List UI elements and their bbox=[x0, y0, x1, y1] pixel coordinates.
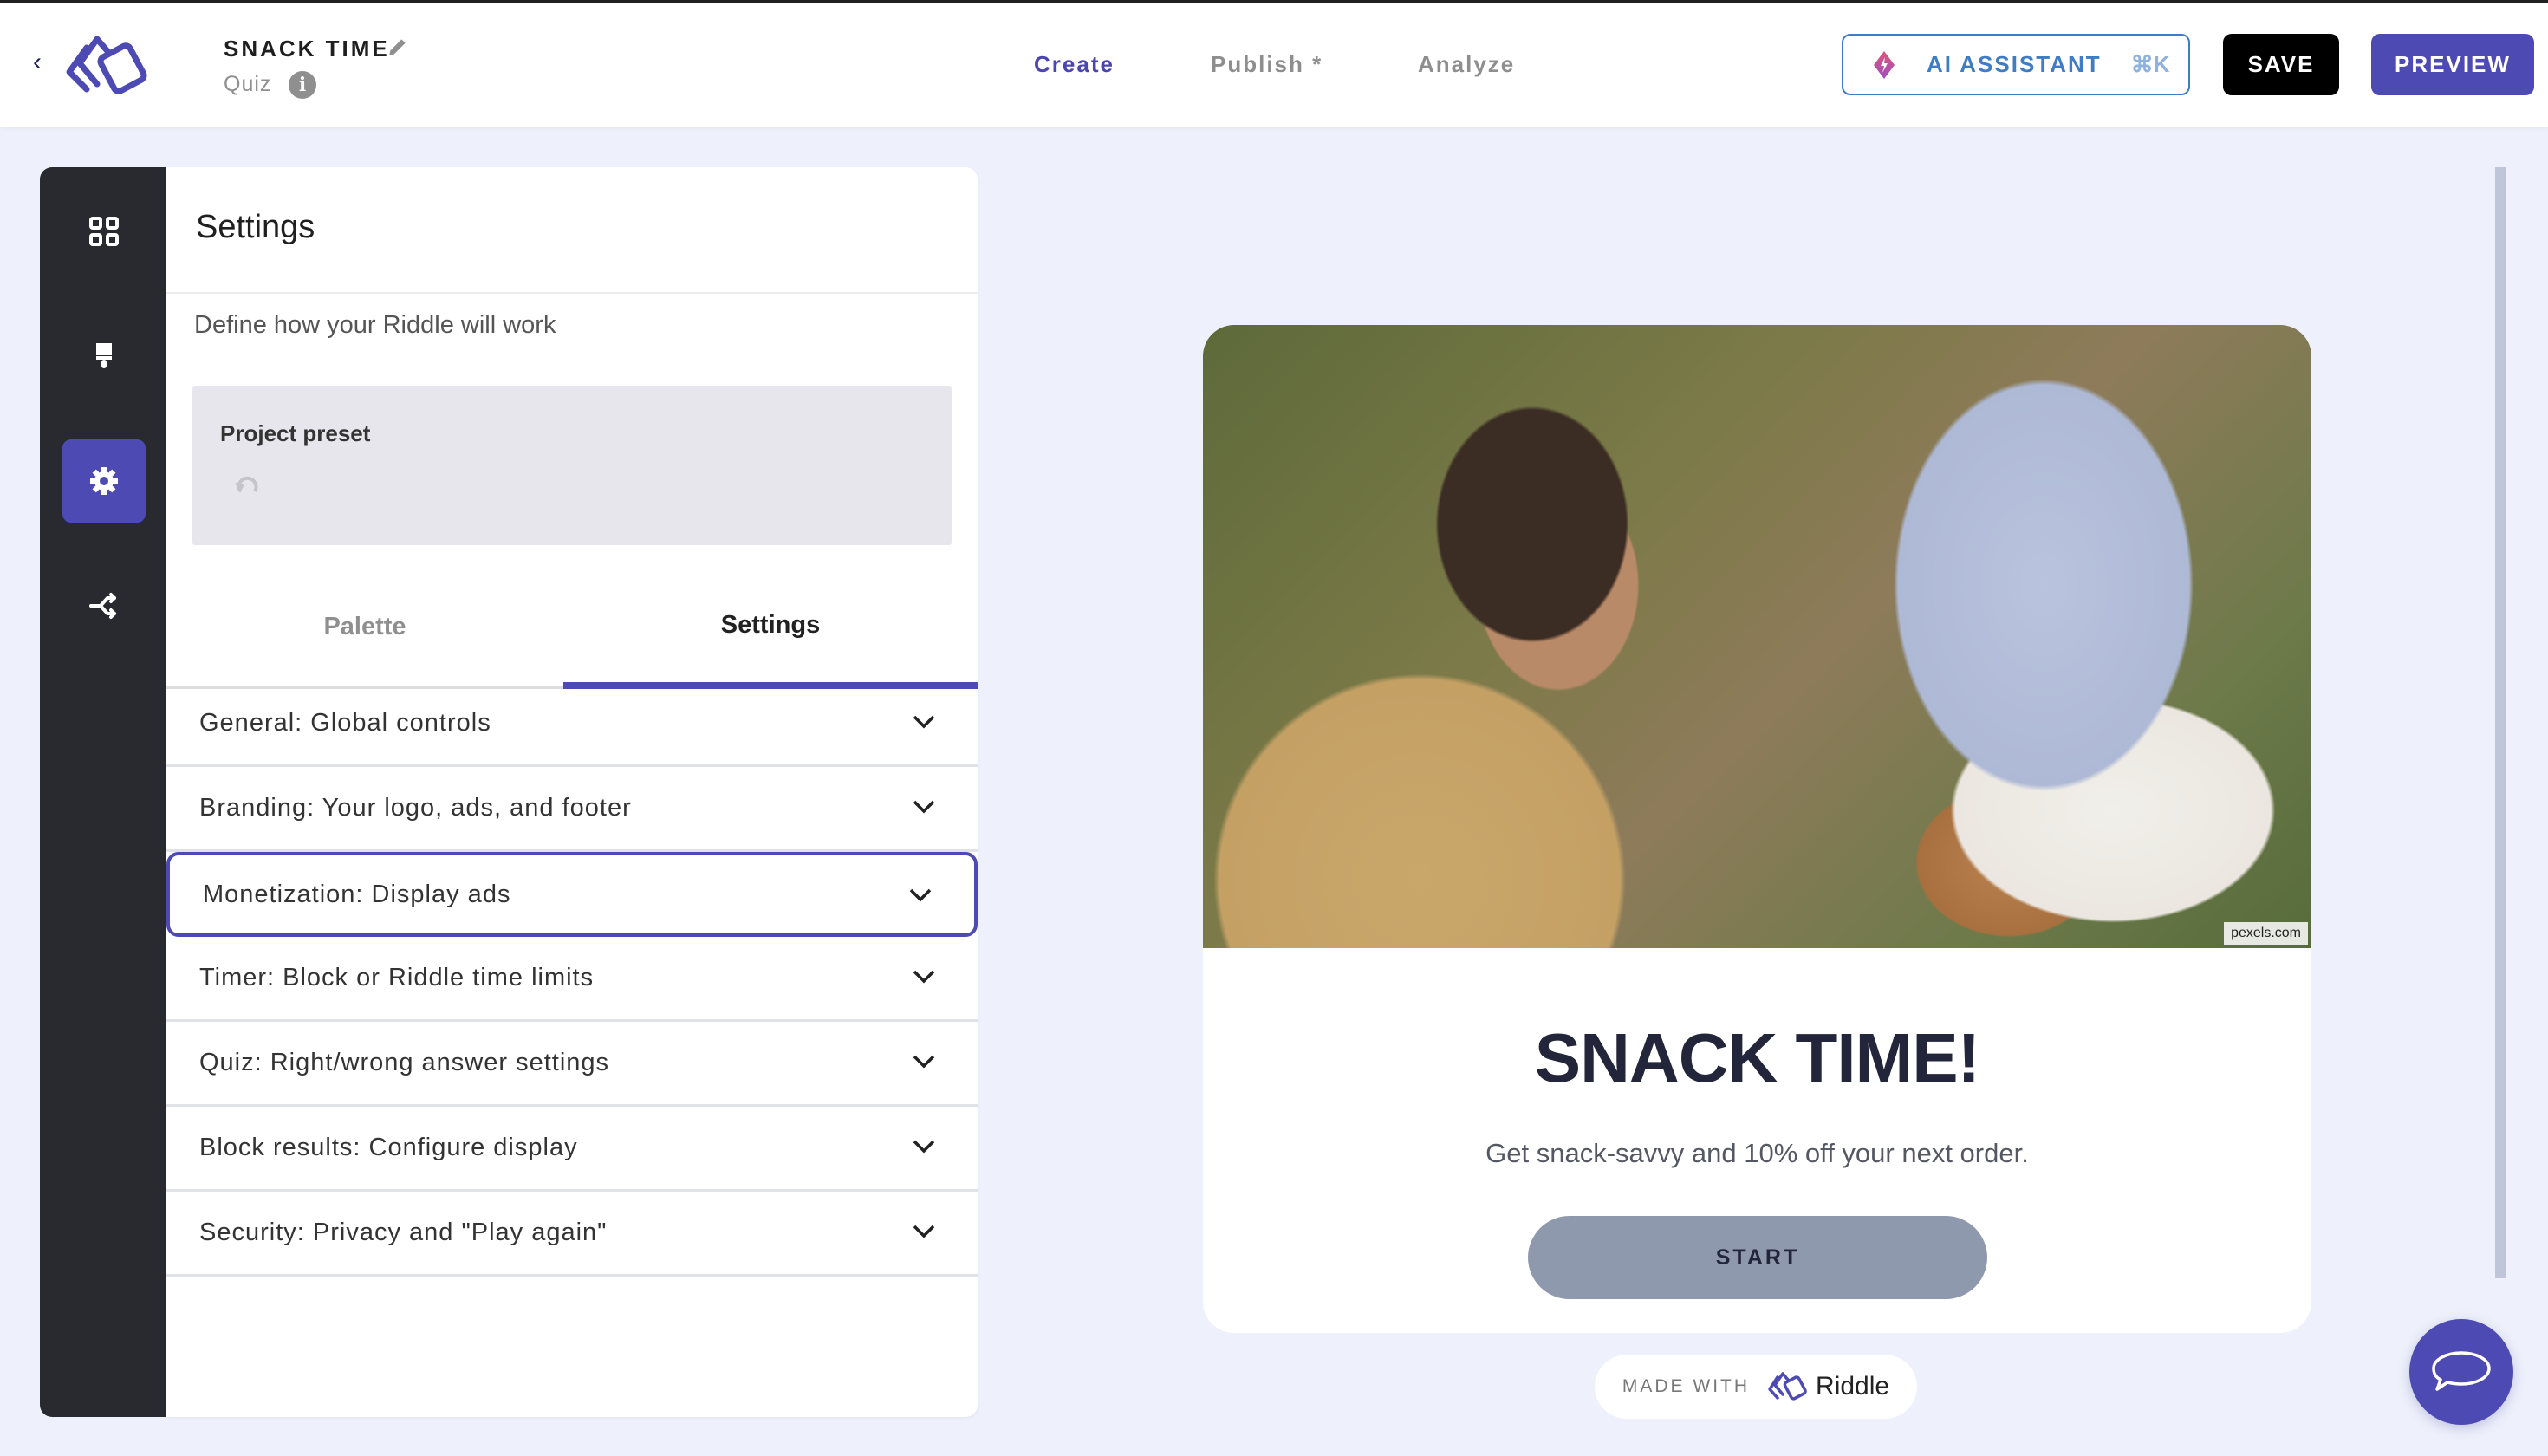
sidebar-item-design[interactable] bbox=[62, 315, 146, 398]
back-chevron-icon[interactable]: ‹ bbox=[33, 48, 42, 77]
panel-description: Define how your Riddle will work bbox=[194, 311, 556, 339]
sidebar-item-logic[interactable] bbox=[62, 564, 146, 647]
panel-tabs: Palette Settings bbox=[166, 568, 978, 692]
project-preset-label: Project preset bbox=[220, 420, 371, 446]
preview-card: pexels.com SNACK TIME! Get snack-savvy a… bbox=[1203, 325, 2311, 1333]
riddle-type: Quiz bbox=[224, 72, 272, 96]
riddle-logo-icon[interactable] bbox=[61, 29, 156, 100]
chevron-down-icon bbox=[913, 1140, 935, 1154]
accordion-security[interactable]: Security: Privacy and "Play again" bbox=[166, 1192, 978, 1277]
project-preset-box: Project preset bbox=[192, 386, 952, 545]
info-icon[interactable]: i bbox=[289, 71, 316, 99]
preview-subtitle: Get snack-savvy and 10% off your next or… bbox=[1485, 1138, 2029, 1168]
chevron-down-icon bbox=[913, 1055, 935, 1069]
tab-settings[interactable]: Settings bbox=[563, 568, 978, 689]
start-button[interactable]: START bbox=[1528, 1216, 1987, 1299]
chevron-down-icon bbox=[909, 888, 932, 902]
editor-sidebar bbox=[40, 167, 166, 1417]
grid-icon bbox=[89, 217, 119, 246]
chevron-down-icon bbox=[913, 970, 935, 984]
accordion-label: Timer: Block or Riddle time limits bbox=[199, 964, 595, 991]
made-with-riddle-badge[interactable]: MADE WITH Riddle bbox=[1595, 1355, 1917, 1419]
accordion-branding[interactable]: Branding: Your logo, ads, and footer bbox=[166, 767, 978, 852]
accordion-label: General: Global controls bbox=[199, 709, 491, 737]
panel-title: Settings bbox=[196, 209, 315, 245]
tab-palette[interactable]: Palette bbox=[166, 568, 563, 689]
chevron-down-icon bbox=[913, 715, 935, 729]
ai-assistant-shortcut: ⌘K bbox=[2130, 51, 2170, 77]
preview-scrollbar[interactable] bbox=[2495, 167, 2506, 1278]
settings-accordion-list: General: Global controls Branding: Your … bbox=[166, 682, 978, 1277]
nav-create[interactable]: Create bbox=[1034, 51, 1115, 78]
top-header: ‹ SNACK TIME Quiz i Create Publish * Ana… bbox=[0, 3, 2548, 127]
preview-title: SNACK TIME! bbox=[1534, 1019, 1980, 1096]
ai-assistant-button[interactable]: AI ASSISTANT ⌘K bbox=[1842, 34, 2190, 95]
ai-assistant-label: AI ASSISTANT bbox=[1927, 51, 2102, 77]
accordion-quiz[interactable]: Quiz: Right/wrong answer settings bbox=[166, 1022, 978, 1107]
riddle-logo-icon bbox=[1768, 1372, 1807, 1401]
accordion-label: Block results: Configure display bbox=[199, 1134, 578, 1161]
accordion-label: Monetization: Display ads bbox=[203, 880, 511, 908]
gear-icon bbox=[90, 467, 118, 495]
accordion-monetization[interactable]: Monetization: Display ads bbox=[166, 852, 978, 937]
made-with-label: MADE WITH bbox=[1622, 1376, 1751, 1396]
nav-publish[interactable]: Publish * bbox=[1211, 51, 1323, 78]
ai-sparkle-icon bbox=[1874, 50, 1895, 79]
chevron-down-icon bbox=[913, 1225, 935, 1238]
preview-button[interactable]: PREVIEW bbox=[2371, 34, 2534, 95]
accordion-block-results[interactable]: Block results: Configure display bbox=[166, 1107, 978, 1192]
accordion-timer[interactable]: Timer: Block or Riddle time limits bbox=[166, 937, 978, 1022]
chat-button[interactable] bbox=[2409, 1319, 2513, 1425]
save-button[interactable]: SAVE bbox=[2223, 34, 2339, 95]
divider bbox=[166, 292, 978, 294]
cover-photo: pexels.com bbox=[1203, 325, 2311, 948]
riddle-title: SNACK TIME bbox=[224, 36, 390, 62]
pencil-icon[interactable] bbox=[387, 36, 409, 58]
share-branch-icon bbox=[89, 593, 116, 619]
accordion-general[interactable]: General: Global controls bbox=[166, 682, 978, 767]
nav-analyze[interactable]: Analyze bbox=[1418, 51, 1515, 78]
chat-bubble-icon bbox=[2432, 1351, 2491, 1391]
settings-panel: Settings Define how your Riddle will wor… bbox=[166, 167, 978, 1417]
riddle-brand: Riddle bbox=[1816, 1372, 1890, 1401]
paintbrush-icon bbox=[96, 343, 112, 368]
sidebar-item-blocks[interactable] bbox=[62, 190, 146, 273]
accordion-label: Security: Privacy and "Play again" bbox=[199, 1219, 608, 1246]
accordion-label: Branding: Your logo, ads, and footer bbox=[199, 794, 632, 822]
accordion-label: Quiz: Right/wrong answer settings bbox=[199, 1049, 610, 1076]
sidebar-item-settings[interactable] bbox=[62, 439, 146, 523]
image-credit[interactable]: pexels.com bbox=[2224, 922, 2308, 945]
undo-icon[interactable] bbox=[232, 472, 262, 502]
chevron-down-icon bbox=[913, 800, 935, 814]
